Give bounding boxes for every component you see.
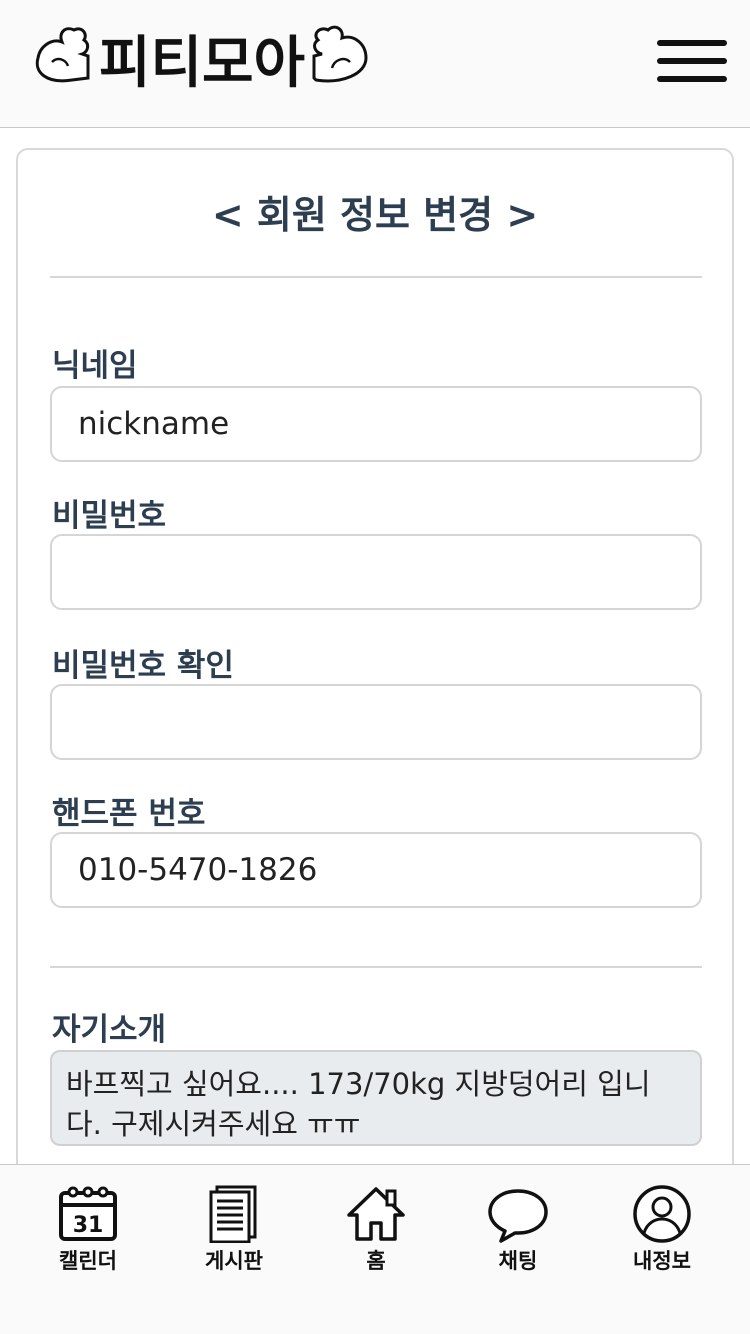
- profile-edit-card: < 회원 정보 변경 > 닉네임 비밀번호 비밀번호 확인 핸드폰 번호 자기소…: [16, 148, 734, 1188]
- nav-label-my-info: 내정보: [633, 1249, 691, 1273]
- nav-item-calendar[interactable]: 31 캘린더: [28, 1185, 148, 1285]
- phone-label: 핸드폰 번호: [52, 796, 206, 832]
- app-header: 피티모아: [0, 0, 750, 128]
- nav-item-my-info[interactable]: 내정보: [602, 1185, 722, 1285]
- hamburger-menu-icon[interactable]: [652, 36, 732, 92]
- logo-graphic: 피티모아: [35, 25, 368, 96]
- password-input[interactable]: [50, 534, 702, 610]
- nav-label-chat: 채팅: [498, 1249, 538, 1273]
- nav-item-board[interactable]: 게시판: [174, 1185, 294, 1285]
- nav-label-home: 홈: [366, 1249, 386, 1273]
- app-logo[interactable]: 피티모아: [32, 22, 372, 96]
- home-icon: [347, 1187, 405, 1241]
- title-divider: [50, 276, 702, 278]
- document-stack-icon: [209, 1185, 257, 1243]
- nav-item-home[interactable]: 홈: [316, 1185, 436, 1285]
- password-label: 비밀번호: [52, 498, 167, 534]
- nickname-input[interactable]: [50, 386, 702, 462]
- nav-label-board: 게시판: [205, 1249, 263, 1273]
- nav-item-chat[interactable]: 채팅: [458, 1185, 578, 1285]
- bottom-navigation: 31 캘린더 게시판 홈 채팅 내정보: [0, 1164, 750, 1334]
- calendar-icon: 31: [59, 1186, 117, 1241]
- nav-label-calendar: 캘린더: [59, 1249, 117, 1273]
- user-profile-icon: [633, 1185, 691, 1243]
- phone-input[interactable]: [50, 832, 702, 908]
- nickname-label: 닉네임: [52, 348, 138, 384]
- password-confirm-label: 비밀번호 확인: [52, 648, 234, 684]
- intro-label: 자기소개: [52, 1012, 167, 1048]
- section-divider: [50, 966, 702, 968]
- password-confirm-input[interactable]: [50, 684, 702, 760]
- calendar-day-text: 31: [73, 1213, 104, 1238]
- intro-textarea[interactable]: 바프찍고 싶어요.... 173/70kg 지방덩어리 입니다. 구제시켜주세요…: [50, 1050, 702, 1146]
- page-title: < 회원 정보 변경 >: [211, 193, 539, 237]
- chat-bubble-icon: [488, 1189, 548, 1243]
- logo-text: 피티모아: [99, 31, 305, 94]
